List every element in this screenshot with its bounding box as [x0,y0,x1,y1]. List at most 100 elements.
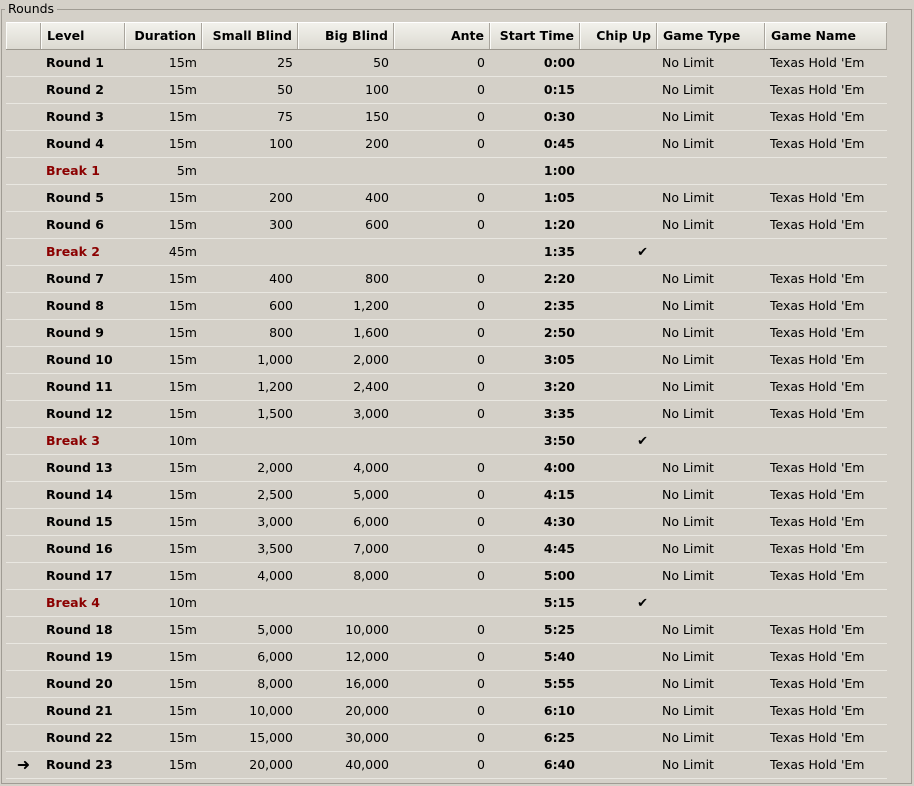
game-name-cell: Texas Hold 'Em [770,460,865,475]
round-row[interactable]: Round 18 15m 5,000 10,000 0 5:25 No Limit Texas… [6,617,887,644]
row-indicator [6,536,41,562]
round-row[interactable]: Round 10 15m 1,000 2,000 0 3:05 No Limit Texas … [6,347,887,374]
ante-cell: 0 [477,325,485,340]
big-blind-cell: 20,000 [345,703,389,718]
duration-cell: 15m [168,730,197,745]
column-header-indicator[interactable] [6,23,41,49]
column-header-ante[interactable]: Ante [394,23,490,49]
level-cell: Round 20 [46,676,113,691]
ante-cell: 0 [477,703,485,718]
start-time-cell: 0:30 [543,109,575,124]
round-row[interactable]: Round 2 15m 50 100 0 0:15 No Limit Texas Hold '… [6,77,887,104]
column-header-start-time[interactable]: Start Time [490,23,580,49]
ante-cell: 0 [477,109,485,124]
chip-up-cell: ✔ [580,428,657,454]
column-header-chip-up[interactable]: Chip Up [580,23,657,49]
column-header-duration[interactable]: Duration [125,23,202,49]
big-blind-cell: 3,000 [353,406,389,421]
duration-cell: 15m [168,622,197,637]
round-row[interactable]: Round 16 15m 3,500 7,000 0 4:45 No Limit Texas … [6,536,887,563]
start-time-cell: 4:30 [543,514,575,529]
ante-cell: 0 [477,55,485,70]
round-row[interactable]: Round 19 15m 6,000 12,000 0 5:40 No Limit Texas… [6,644,887,671]
game-name-cell: Texas Hold 'Em [770,568,865,583]
small-blind-cell: 2,500 [257,487,293,502]
small-blind-cell: 15,000 [249,730,293,745]
game-type-cell: No Limit [662,730,714,745]
round-row[interactable]: Round 3 15m 75 150 0 0:30 No Limit Texas Hold '… [6,104,887,131]
chip-up-cell [580,50,657,76]
duration-cell: 15m [168,352,197,367]
ante-cell: 0 [477,82,485,97]
round-row[interactable]: Round 7 15m 400 800 0 2:20 No Limit Texas Hold … [6,266,887,293]
level-cell: Round 17 [46,568,113,583]
game-name-cell [765,158,887,184]
row-indicator [6,104,41,130]
round-row[interactable]: Round 21 15m 10,000 20,000 0 6:10 No Limit Texa… [6,698,887,725]
level-cell: Break 2 [46,244,100,259]
round-row[interactable]: Round 17 15m 4,000 8,000 0 5:00 No Limit Texas … [6,563,887,590]
break-row[interactable]: Break 3 10m 3:50 ✔ [6,428,887,455]
game-type-cell: No Limit [662,622,714,637]
duration-cell: 15m [168,514,197,529]
big-blind-cell: 10,000 [345,622,389,637]
game-type-cell: No Limit [662,676,714,691]
row-indicator [6,590,41,616]
round-row[interactable]: Round 20 15m 8,000 16,000 0 5:55 No Limit Texas… [6,671,887,698]
break-row[interactable]: Break 1 5m 1:00 [6,158,887,185]
small-blind-cell: 75 [277,109,293,124]
round-row[interactable]: ➜ Round 23 15m 20,000 40,000 0 6:40 No Limit Tex… [6,752,887,779]
row-indicator [6,671,41,697]
column-header-small-blind[interactable]: Small Blind [202,23,298,49]
ante-cell: 0 [477,271,485,286]
start-time-cell: 4:15 [543,487,575,502]
break-row[interactable]: Break 4 10m 5:15 ✔ [6,590,887,617]
small-blind-cell: 1,500 [257,406,293,421]
round-row[interactable]: Round 5 15m 200 400 0 1:05 No Limit Texas Hold … [6,185,887,212]
table-header: Level Duration Small Blind Big Blind Ant… [6,22,887,50]
round-row[interactable]: Round 15 15m 3,000 6,000 0 4:30 No Limit Texas … [6,509,887,536]
column-header-level[interactable]: Level [41,23,125,49]
column-header-game-type[interactable]: Game Type [657,23,765,49]
column-header-game-name[interactable]: Game Name [765,23,887,49]
game-name-cell: Texas Hold 'Em [770,703,865,718]
column-header-big-blind[interactable]: Big Blind [298,23,394,49]
duration-cell: 15m [168,82,197,97]
level-cell: Round 23 [46,757,113,772]
row-indicator [6,131,41,157]
round-row[interactable]: Round 9 15m 800 1,600 0 2:50 No Limit Texas Hol… [6,320,887,347]
chip-up-cell [580,671,657,697]
big-blind-cell: 50 [373,55,389,70]
ante-cell: 0 [477,514,485,529]
round-row[interactable]: Round 14 15m 2,500 5,000 0 4:15 No Limit Texas … [6,482,887,509]
chip-up-cell [580,698,657,724]
round-row[interactable]: Round 13 15m 2,000 4,000 0 4:00 No Limit Texas … [6,455,887,482]
duration-cell: 15m [168,190,197,205]
game-type-cell: No Limit [662,217,714,232]
game-type-cell: No Limit [662,190,714,205]
round-row[interactable]: Round 4 15m 100 200 0 0:45 No Limit Texas Hold … [6,131,887,158]
break-row[interactable]: Break 2 45m 1:35 ✔ [6,239,887,266]
small-blind-cell: 3,000 [257,514,293,529]
row-indicator [6,266,41,292]
rounds-table[interactable]: Level Duration Small Blind Big Blind Ant… [6,22,887,779]
round-row[interactable]: Round 22 15m 15,000 30,000 0 6:25 No Limit Texa… [6,725,887,752]
small-blind-cell: 6,000 [257,649,293,664]
small-blind-cell [202,428,298,454]
big-blind-cell: 40,000 [345,757,389,772]
small-blind-cell: 1,000 [257,352,293,367]
game-type-cell: No Limit [662,406,714,421]
round-row[interactable]: Round 11 15m 1,200 2,400 0 3:20 No Limit Texas … [6,374,887,401]
start-time-cell: 0:00 [543,55,575,70]
round-row[interactable]: Round 8 15m 600 1,200 0 2:35 No Limit Texas Hol… [6,293,887,320]
game-name-cell: Texas Hold 'Em [770,82,865,97]
round-row[interactable]: Round 1 15m 25 50 0 0:00 No Limit Texas Hold 'E… [6,50,887,77]
game-type-cell: No Limit [662,703,714,718]
duration-cell: 15m [168,406,197,421]
duration-cell: 15m [168,136,197,151]
row-indicator [6,644,41,670]
start-time-cell: 4:00 [543,460,575,475]
round-row[interactable]: Round 6 15m 300 600 0 1:20 No Limit Texas Hold … [6,212,887,239]
round-row[interactable]: Round 12 15m 1,500 3,000 0 3:35 No Limit Texas … [6,401,887,428]
level-cell: Round 12 [46,406,113,421]
